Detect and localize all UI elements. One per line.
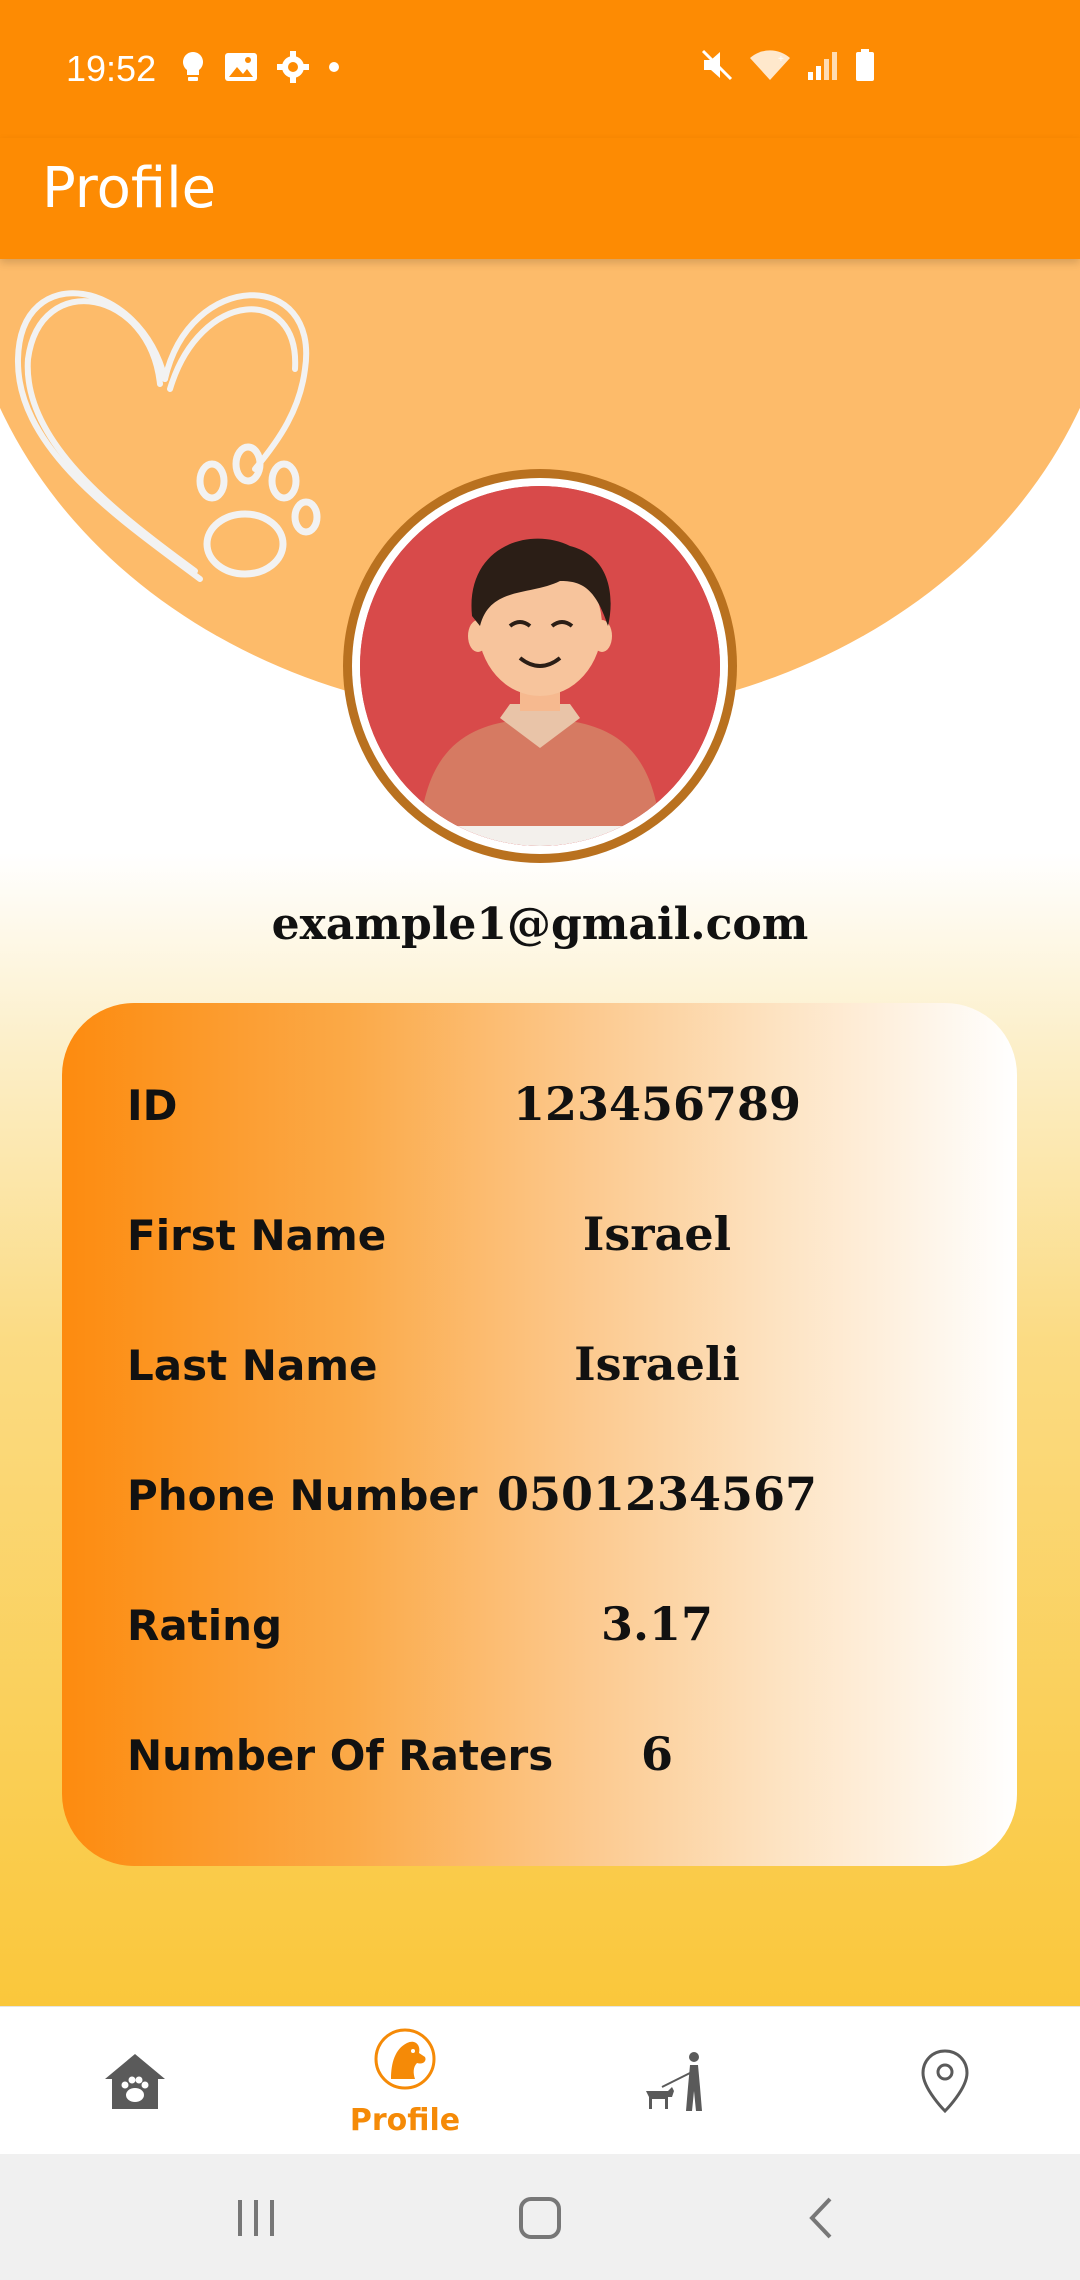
- info-row-first-name: First Name Israel: [62, 1193, 1017, 1283]
- nav-item-location[interactable]: [810, 2007, 1080, 2155]
- svg-text:+: +: [778, 54, 784, 65]
- wifi-icon: +: [750, 50, 790, 80]
- nav-item-home[interactable]: [0, 2007, 270, 2155]
- info-label-id: ID: [127, 1081, 178, 1130]
- info-label-first-name: First Name: [127, 1211, 387, 1260]
- info-label-rating: Rating: [127, 1601, 283, 1650]
- recents-icon: [238, 2200, 274, 2236]
- battery-icon: [856, 49, 874, 81]
- signal-icon: [808, 52, 837, 80]
- profile-content[interactable]: example1@gmail.com ID 123456789 First Na…: [0, 259, 1080, 2006]
- home-icon: [519, 2197, 561, 2239]
- dog-profile-icon: [374, 2028, 436, 2090]
- info-row-raters: Number Of Raters 6: [62, 1713, 1017, 1803]
- nav-label-profile: Profile: [349, 2103, 461, 2138]
- person-avatar-icon: [360, 486, 720, 846]
- status-time: 19:52: [66, 48, 157, 89]
- dog-walker-icon: [646, 2052, 702, 2111]
- page-title: Profile: [42, 156, 217, 221]
- info-label-last-name: Last Name: [127, 1341, 378, 1390]
- info-value-id: 123456789: [512, 1077, 802, 1131]
- email-text: example1@gmail.com: [271, 899, 809, 950]
- mute-icon: [701, 49, 733, 81]
- nav-item-profile[interactable]: Profile: [270, 2007, 540, 2155]
- home-paw-icon: [105, 2054, 165, 2109]
- info-row-phone: Phone Number 0501234567: [62, 1453, 1017, 1543]
- location-pin-icon: [921, 2049, 969, 2113]
- back-button[interactable]: [720, 2154, 920, 2280]
- info-row-last-name: Last Name Israeli: [62, 1323, 1017, 1413]
- dot-icon: [329, 62, 339, 72]
- app-bar: Profile: [0, 138, 1080, 259]
- avatar-image: [360, 486, 720, 846]
- info-row-rating: Rating 3.17: [62, 1583, 1017, 1673]
- bottom-nav: Profile: [0, 2006, 1080, 2154]
- recents-button[interactable]: [158, 2154, 358, 2280]
- info-card: ID 123456789 First Name Israel Last Name…: [62, 1003, 1017, 1866]
- info-value-last-name: Israeli: [574, 1337, 740, 1391]
- info-value-raters: 6: [640, 1727, 673, 1781]
- info-value-phone: 0501234567: [496, 1467, 818, 1521]
- nav-item-walks[interactable]: [540, 2007, 810, 2155]
- bulb-icon: [183, 52, 203, 81]
- status-bar: 19:52 +: [0, 0, 1080, 138]
- back-icon: [809, 2197, 832, 2239]
- info-value-first-name: Israel: [582, 1207, 732, 1261]
- info-row-id: ID 123456789: [62, 1063, 1017, 1153]
- system-nav-bar: [0, 2154, 1080, 2280]
- status-left-icons: [180, 50, 340, 84]
- status-right-icons: +: [700, 48, 876, 82]
- info-value-rating: 3.17: [600, 1597, 714, 1651]
- avatar-frame: [352, 478, 728, 854]
- avatar[interactable]: [343, 469, 737, 863]
- image-icon: [225, 53, 257, 81]
- settings-icon: [277, 51, 309, 83]
- home-button[interactable]: [440, 2154, 640, 2280]
- heart-paw-icon: [14, 290, 321, 582]
